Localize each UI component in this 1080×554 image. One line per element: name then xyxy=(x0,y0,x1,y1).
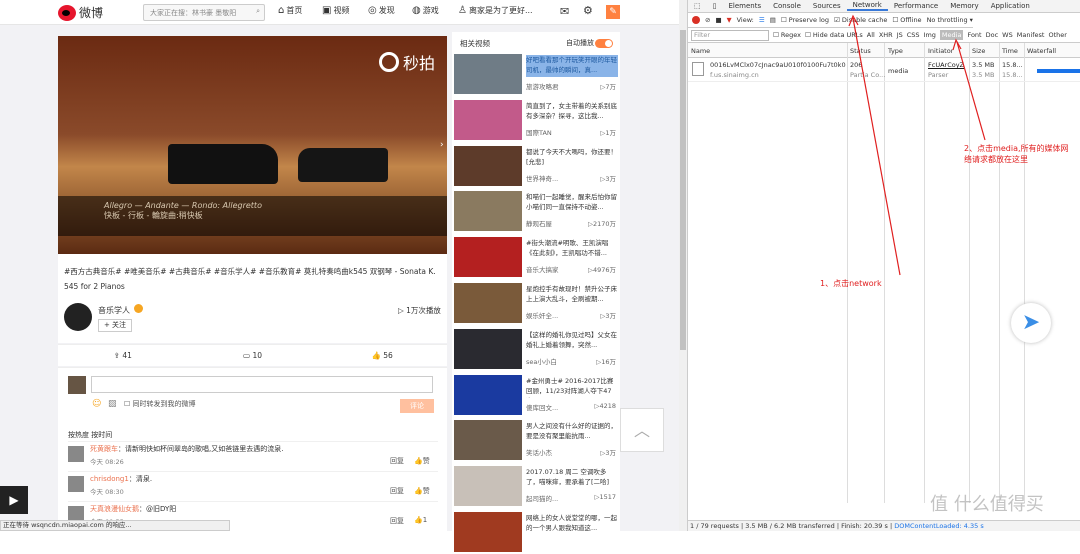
annotation-step2: 2、点击media,所有的媒体网络请求都放在这里 xyxy=(964,144,1069,164)
arrow-to-network xyxy=(852,17,901,276)
arrowhead-media xyxy=(952,38,962,51)
bird-logo-icon: ➤ xyxy=(1011,303,1051,343)
annotation-arrows xyxy=(848,14,986,276)
watermark: 值 什么值得买 xyxy=(930,494,1044,515)
arrow-to-media xyxy=(956,41,986,141)
annotation-step1: 1、点击network xyxy=(820,279,882,288)
